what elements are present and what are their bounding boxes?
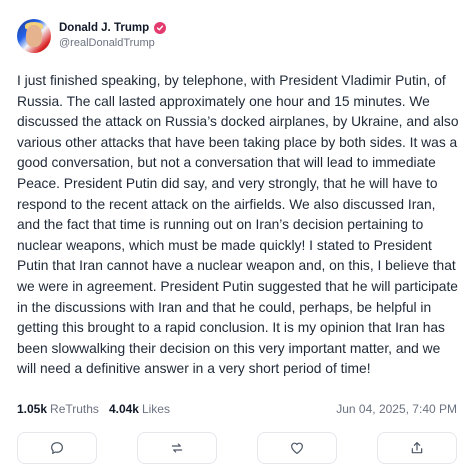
comment-icon: [51, 442, 63, 454]
likes-count[interactable]: 4.04k: [109, 402, 139, 416]
retruths-label[interactable]: ReTruths: [50, 402, 99, 416]
share-button[interactable]: [377, 432, 457, 464]
like-button[interactable]: [257, 432, 337, 464]
name-row: Donald J. Trump: [59, 21, 167, 35]
avatar[interactable]: [17, 19, 51, 53]
post-timestamp[interactable]: Jun 04, 2025, 7:40 PM: [336, 402, 457, 416]
avatar-face: [26, 25, 42, 47]
verified-badge-icon: [154, 22, 167, 34]
post-card: Donald J. Trump @realDonaldTrump I just …: [0, 0, 471, 466]
likes-label[interactable]: Likes: [142, 402, 170, 416]
display-name[interactable]: Donald J. Trump: [59, 21, 149, 35]
action-bar: [17, 432, 457, 464]
post-stats: 1.05k ReTruths 4.04k Likes Jun 04, 2025,…: [17, 402, 457, 416]
heart-icon: [291, 442, 303, 454]
author-info: Donald J. Trump @realDonaldTrump: [59, 21, 167, 51]
post-header: Donald J. Trump @realDonaldTrump: [17, 14, 457, 58]
retruth-button[interactable]: [137, 432, 217, 464]
retruths-count[interactable]: 1.05k: [17, 402, 47, 416]
share-icon: [411, 442, 423, 454]
reply-button[interactable]: [17, 432, 97, 464]
repost-icon: [171, 443, 183, 453]
post-body: I just finished speaking, by telephone, …: [17, 73, 459, 377]
user-handle[interactable]: @realDonaldTrump: [59, 36, 166, 51]
